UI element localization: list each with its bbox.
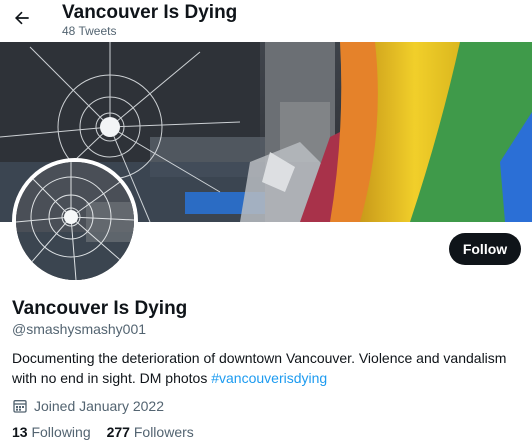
- follow-stats: 13 Following 277 Followers: [12, 424, 194, 440]
- followers-link[interactable]: 277 Followers: [107, 424, 194, 440]
- header-title: Vancouver Is Dying: [62, 2, 238, 23]
- following-label: Following: [31, 424, 91, 440]
- profile-name: Vancouver Is Dying: [12, 298, 188, 319]
- profile-header: Vancouver Is Dying 48 Tweets: [0, 0, 532, 42]
- joined-date: Joined January 2022: [12, 396, 164, 416]
- profile-bio: Documenting the deterioration of downtow…: [12, 348, 522, 388]
- following-count: 13: [12, 424, 28, 440]
- follow-button[interactable]: Follow: [449, 233, 521, 265]
- followers-label: Followers: [133, 424, 194, 440]
- profile-handle: @smashysmashy001: [12, 321, 147, 337]
- bio-hashtag-link[interactable]: #vancouverisdying: [211, 370, 327, 386]
- avatar-image: [16, 162, 134, 280]
- calendar-icon: [13, 400, 27, 413]
- joined-text: Joined January 2022: [34, 398, 164, 414]
- followers-count: 277: [106, 424, 130, 440]
- following-link[interactable]: 13 Following: [12, 424, 91, 440]
- tweet-count: 48 Tweets: [62, 24, 117, 38]
- avatar[interactable]: [12, 158, 138, 284]
- arrow-left-icon: [15, 11, 29, 25]
- back-button[interactable]: [8, 4, 36, 32]
